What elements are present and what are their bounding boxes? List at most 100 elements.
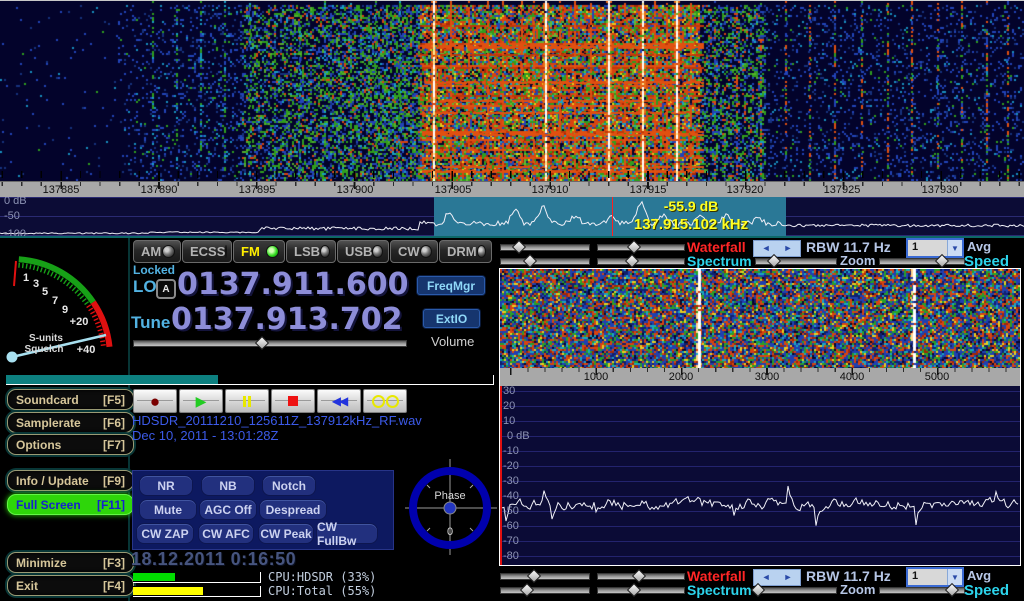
mode-usb-button[interactable]: USB	[337, 240, 389, 263]
phase-dot	[444, 502, 456, 514]
tune-label: Tune	[131, 313, 170, 333]
cpu-hdsdr-label: CPU:HDSDR (33%)	[268, 570, 376, 584]
cw-fullbw-button[interactable]: CW FullBw	[316, 523, 378, 544]
chevron-down-icon[interactable]: ▼	[947, 240, 962, 256]
ruler-label: 137930	[922, 184, 959, 196]
squelch-label: Squelch	[25, 344, 64, 355]
mode-fm-button[interactable]: FM	[233, 240, 285, 263]
play-button[interactable]: ▶	[179, 389, 223, 413]
loop-icon	[372, 395, 399, 408]
lo-frequency-display[interactable]: 0137.911.600	[177, 267, 409, 302]
spectrum-lower-slider-2[interactable]	[597, 587, 685, 594]
db-scale-label: 30	[503, 386, 515, 397]
main-waterfall[interactable]	[0, 1, 1024, 181]
notch-button[interactable]: Notch	[262, 475, 316, 496]
progress-fill	[6, 375, 218, 384]
smeter-tick-label: 9	[62, 304, 68, 316]
main-spectrum[interactable]: 0 dB -50 -100 -55.9 dB 137.915.102 kHz	[0, 197, 1024, 236]
lo-auto-button[interactable]: A	[156, 279, 176, 299]
locked-label: Locked	[133, 263, 175, 277]
db-scale-label: -50	[503, 505, 519, 517]
mode-ecss-button[interactable]: ECSS	[182, 240, 232, 263]
mode-led-icon	[266, 245, 279, 258]
despread-button[interactable]: Despread	[259, 499, 327, 520]
ruler-label: 137920	[727, 184, 764, 196]
slider-thumb[interactable]	[255, 336, 269, 350]
db-scale-label: -70	[503, 535, 519, 547]
cw-peak-button[interactable]: CW Peak	[258, 523, 314, 544]
main-spectrum-trace	[0, 197, 1024, 236]
volume-slider[interactable]	[133, 340, 407, 347]
zoom-slider-2[interactable]	[755, 587, 837, 594]
audio-spectrum[interactable]: 30 20 10 0 dB -10 -20 -30 -40 -50 -60 -7…	[500, 386, 1020, 565]
spectrum-lower-slider[interactable]	[597, 258, 685, 265]
db-scale-label: -40	[503, 490, 519, 502]
mode-lsb-button[interactable]: LSB	[286, 240, 336, 263]
zoom-label-2: Zoom	[840, 582, 875, 597]
info-update-button[interactable]: Info / Update[F9]	[7, 470, 134, 491]
samplerate-button[interactable]: Samplerate[F6]	[7, 412, 134, 433]
waterfall-brightness-slider-2[interactable]	[500, 573, 590, 580]
rbw-adjust-buttons[interactable]: ◄ ►	[753, 240, 801, 257]
cursor-frequency-readout: 137.915.102 kHz	[596, 216, 786, 233]
avg-select-2[interactable]: 1 ▼	[906, 567, 964, 587]
mode-cw-button[interactable]: CW	[390, 240, 438, 263]
arrow-left-icon[interactable]: ◄	[762, 573, 771, 582]
record-button[interactable]: ●	[133, 389, 177, 413]
mute-button[interactable]: Mute	[139, 499, 197, 520]
s-meter[interactable]: 1 3 5 7 9 +20 +40 S-units Squelch	[2, 241, 126, 373]
avg-label: Avg	[967, 239, 991, 254]
agc-off-button[interactable]: AGC Off	[199, 499, 257, 520]
arrow-right-icon[interactable]: ►	[784, 573, 793, 582]
mode-am-button[interactable]: AM	[133, 240, 181, 263]
waterfall-contrast-slider-2[interactable]	[597, 573, 685, 580]
rbw-adjust-buttons-2[interactable]: ◄ ►	[753, 569, 801, 586]
loop-button[interactable]	[363, 389, 407, 413]
options-button[interactable]: Options[F7]	[7, 434, 134, 455]
stop-button[interactable]	[271, 389, 315, 413]
extio-button[interactable]: ExtIO	[423, 309, 480, 328]
mode-led-icon	[372, 245, 383, 258]
recording-file-name: HDSDR_20111210_125611Z_137912kHz_RF.wav	[132, 413, 422, 428]
mode-led-icon	[477, 245, 486, 258]
arrow-left-icon[interactable]: ◄	[762, 244, 771, 253]
full-screen-button[interactable]: Full Screen[F11]	[7, 494, 134, 515]
speed-slider-2[interactable]	[879, 587, 965, 594]
db-scale-label: -60	[503, 520, 519, 532]
tune-frequency-display[interactable]: 0137.913.702	[171, 302, 403, 337]
speed-slider[interactable]	[879, 258, 965, 265]
arrow-right-icon[interactable]: ►	[784, 244, 793, 253]
audio-waterfall[interactable]	[500, 269, 1020, 368]
phase-indicator[interactable]: Phase 0	[405, 459, 497, 555]
date-time-display: 18.12.2011 0:16:50	[131, 549, 296, 570]
separator	[0, 236, 1024, 238]
nb-button[interactable]: NB	[201, 475, 255, 496]
db-scale-label: 0 dB	[4, 197, 27, 207]
playback-progress-bar[interactable]	[6, 375, 494, 385]
spectrum-label: Spectrum	[687, 253, 752, 269]
freqmgr-button[interactable]: FreqMgr	[417, 276, 485, 295]
soundcard-button[interactable]: Soundcard[F5]	[7, 389, 134, 410]
axis-label: 2000	[669, 371, 693, 383]
signal-needle	[14, 261, 16, 286]
rewind-button[interactable]: ◀◀	[317, 389, 361, 413]
cw-afc-button[interactable]: CW AFC	[198, 523, 254, 544]
frequency-ruler[interactable]: 137885 137890 137895 137900 137905 13791…	[0, 181, 1024, 198]
avg-select[interactable]: 1 ▼	[906, 238, 964, 258]
mode-drm-button[interactable]: DRM	[439, 240, 492, 263]
minimize-button[interactable]: Minimize[F3]	[7, 552, 134, 573]
spectrum-upper-slider-2[interactable]	[500, 587, 590, 594]
waterfall-contrast-slider[interactable]	[597, 244, 685, 251]
pause-button[interactable]	[225, 389, 269, 413]
cw-zap-button[interactable]: CW ZAP	[136, 523, 194, 544]
exit-button[interactable]: Exit[F4]	[7, 575, 134, 596]
chevron-down-icon[interactable]: ▼	[947, 569, 962, 585]
ruler-label: 137900	[337, 184, 374, 196]
spectrum-upper-slider[interactable]	[500, 258, 590, 265]
nr-button[interactable]: NR	[139, 475, 193, 496]
audio-frequency-ruler[interactable]: 1000 2000 3000 4000 5000	[500, 368, 1020, 386]
waterfall-brightness-slider[interactable]	[500, 244, 590, 251]
zoom-slider[interactable]	[755, 258, 837, 265]
cpu-total-label: CPU:Total (55%)	[268, 584, 376, 598]
signal-readout: -55.9 dB 137.915.102 kHz	[596, 197, 786, 233]
